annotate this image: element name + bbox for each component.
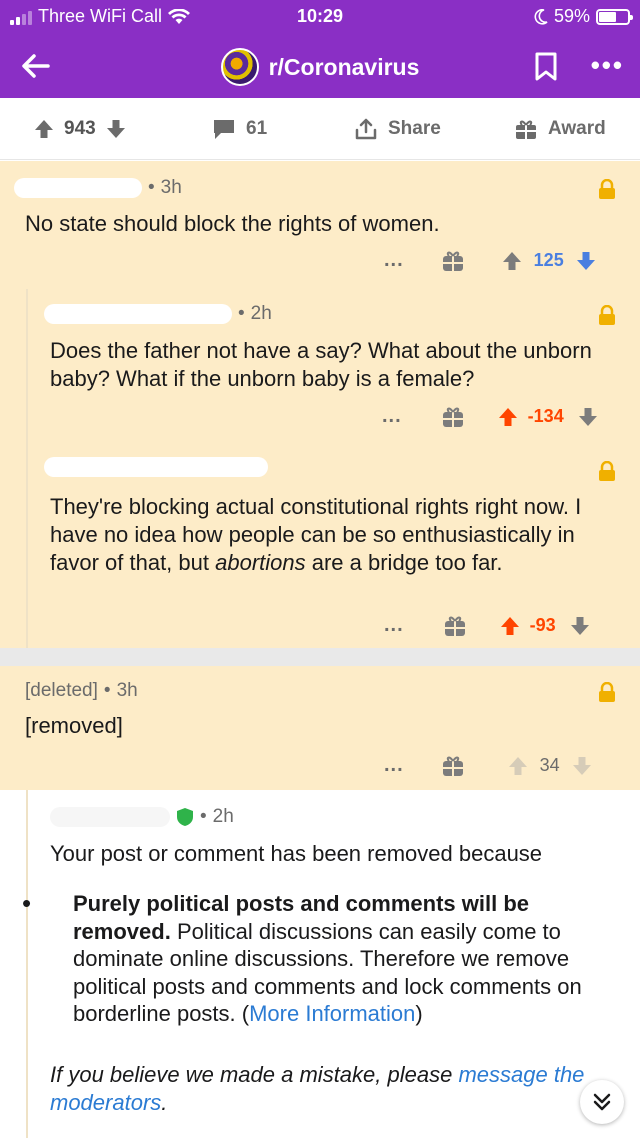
comment-body: No state should block the rights of wome… <box>25 211 440 236</box>
award-button[interactable]: Award <box>514 117 606 141</box>
scroll-to-next-button[interactable] <box>580 1080 624 1124</box>
top-nav: r/Coronavirus ••• <box>0 34 640 98</box>
subreddit-title: r/Coronavirus <box>268 53 420 80</box>
gift-icon[interactable] <box>442 755 464 777</box>
upvote-icon[interactable] <box>500 616 520 636</box>
comment-score: 125 <box>533 250 564 270</box>
post-action-bar: 943 61 Share Award <box>0 98 640 160</box>
comment-body: Does the father not have a say? What abo… <box>50 338 592 391</box>
battery-percent: 59% <box>553 6 590 26</box>
moon-icon <box>534 8 548 25</box>
gift-icon[interactable] <box>442 406 464 428</box>
redacted-username <box>44 304 232 324</box>
share-label: Share <box>388 117 441 139</box>
comment-score: -134 <box>527 406 564 426</box>
more-options-button[interactable]: ... <box>382 405 402 428</box>
comment-meta: [deleted] • 3h <box>25 680 138 702</box>
comment-icon <box>214 119 234 139</box>
upvote-icon[interactable] <box>508 756 528 776</box>
comment-actions: ... -134 <box>382 405 598 428</box>
battery: 59% <box>534 6 633 27</box>
removal-rule: • Purely political posts and comments wi… <box>22 888 582 1026</box>
more-options-button[interactable]: ... <box>384 754 404 777</box>
share-button[interactable]: Share <box>354 117 441 141</box>
redacted-username <box>50 807 170 827</box>
comment-meta: • 2h <box>50 806 234 828</box>
shield-icon <box>177 808 193 826</box>
thread-separator <box>0 648 640 666</box>
lock-icon <box>599 305 615 325</box>
comment-time: 2h <box>212 806 234 827</box>
subreddit-avatar-icon <box>220 48 259 86</box>
upvote-icon[interactable] <box>502 251 522 271</box>
thread-line <box>26 289 28 449</box>
more-options-button[interactable]: ... <box>384 614 404 637</box>
removal-intro: Your post or comment has been removed be… <box>50 841 543 866</box>
comment-thread: • 3h No state should block the rights of… <box>0 161 640 648</box>
comment-time: 3h <box>116 680 138 701</box>
more-information-link[interactable]: More Information <box>249 1001 415 1026</box>
more-icon[interactable]: ••• <box>591 50 624 81</box>
reply-comment: They're blocking actual constitutional r… <box>26 449 640 648</box>
more-options-button[interactable]: ... <box>384 249 404 272</box>
redacted-username <box>44 457 268 477</box>
award-icon <box>516 120 536 139</box>
gift-icon[interactable] <box>442 250 464 272</box>
comment-author[interactable]: [deleted] <box>25 680 98 702</box>
comment-body: [removed] <box>25 713 123 738</box>
downvote-icon[interactable] <box>106 119 126 139</box>
reply-comment: • 2h Does the father not have a say? Wha… <box>26 289 640 449</box>
comment-count: 61 <box>246 117 268 139</box>
comment-thread: [deleted] • 3h [removed] ... 34 <box>0 666 640 790</box>
comment-actions: ... 125 <box>384 249 596 272</box>
thread-line <box>26 449 28 648</box>
lock-icon <box>599 461 615 481</box>
gift-icon[interactable] <box>444 615 466 637</box>
battery-icon <box>596 8 633 25</box>
status-bar: Three WiFi Call 10:29 59% <box>0 0 640 34</box>
bookmark-icon[interactable] <box>534 52 558 82</box>
upvote-icon[interactable] <box>498 407 518 427</box>
comment-meta <box>44 457 268 477</box>
comment-actions: ... 34 <box>384 754 592 777</box>
comments-button[interactable]: 61 <box>212 118 267 140</box>
redacted-username <box>14 178 142 198</box>
comment-body: They're blocking actual constitutional r… <box>50 494 582 575</box>
lock-icon <box>599 682 615 702</box>
downvote-icon[interactable] <box>572 756 592 776</box>
comment-meta: • 2h <box>44 303 272 325</box>
comment-time: 2h <box>250 303 272 324</box>
downvote-icon[interactable] <box>570 616 590 636</box>
award-label: Award <box>548 117 606 139</box>
bullet: • <box>22 888 32 918</box>
comment-time: 3h <box>160 177 182 198</box>
comment-score: -93 <box>529 615 556 635</box>
share-icon <box>355 118 377 139</box>
upvote-icon[interactable] <box>34 119 54 139</box>
lock-icon <box>599 179 615 199</box>
removal-footer: If you believe we made a mistake, please… <box>50 1062 585 1115</box>
double-chevron-down-icon <box>593 1093 611 1111</box>
post-vote-count: 943 <box>64 117 96 139</box>
comment-meta: • 3h <box>14 177 182 199</box>
downvote-icon[interactable] <box>576 251 596 271</box>
comment-actions: ... -93 <box>384 614 590 637</box>
comment-score: 34 <box>539 755 560 775</box>
downvote-icon[interactable] <box>578 407 598 427</box>
post-vote-group: 943 <box>34 118 126 140</box>
